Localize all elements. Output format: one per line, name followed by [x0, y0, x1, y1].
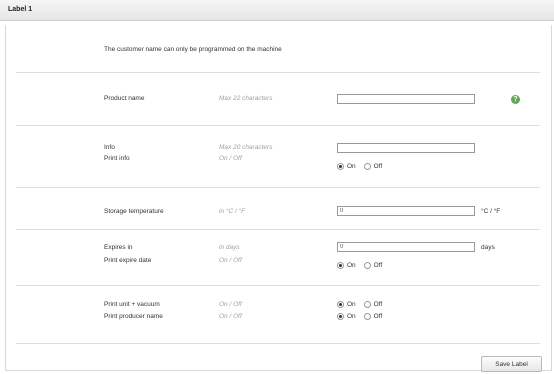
info-hint: Max 20 characters	[219, 144, 273, 151]
machine-notice: The customer name can only be programmed…	[104, 46, 282, 53]
product-name-label: Product name	[104, 95, 145, 102]
print-expire-date-radio-group: On Off	[337, 262, 390, 269]
option-label: On	[347, 262, 356, 269]
storage-temperature-unit: °C / °F	[481, 208, 501, 215]
help-icon[interactable]: ?	[511, 95, 520, 104]
print-producer-name-off-radio[interactable]: Off	[363, 313, 383, 320]
print-unit-vacuum-radio-group: On Off	[337, 301, 390, 308]
divider	[16, 187, 540, 188]
save-label-button[interactable]: Save Label	[481, 356, 542, 372]
option-label: Off	[373, 301, 383, 308]
option-label: Off	[373, 262, 383, 269]
print-expire-date-on-radio[interactable]: On	[337, 262, 356, 269]
radio-unselected-icon	[363, 262, 371, 269]
print-producer-name-hint: On / Off	[219, 313, 242, 320]
print-producer-name-radio-group: On Off	[337, 313, 390, 320]
expires-in-hint: in days	[219, 244, 240, 251]
product-name-input[interactable]	[337, 94, 475, 104]
product-name-hint: Max 22 characters	[219, 95, 273, 102]
expires-in-input[interactable]	[337, 242, 475, 252]
print-info-on-radio[interactable]: On	[337, 163, 356, 170]
divider	[16, 285, 540, 286]
print-producer-name-label: Print producer name	[104, 313, 163, 320]
print-expire-date-label: Print expire date	[104, 257, 152, 264]
option-label: On	[347, 301, 356, 308]
divider	[16, 343, 540, 344]
radio-unselected-icon	[363, 313, 371, 320]
divider	[16, 125, 540, 126]
print-producer-name-on-radio[interactable]: On	[337, 313, 356, 320]
info-input[interactable]	[337, 143, 475, 153]
option-label: On	[347, 163, 356, 170]
expires-in-unit: days	[481, 244, 495, 251]
info-label: Info	[104, 144, 115, 151]
panel-title: Label 1	[8, 6, 33, 13]
print-expire-date-hint: On / Off	[219, 257, 242, 264]
print-info-hint: On / Off	[219, 155, 242, 162]
radio-unselected-icon	[363, 301, 371, 308]
radio-selected-icon	[337, 313, 344, 320]
divider	[16, 229, 540, 230]
label-form-panel	[5, 25, 552, 371]
print-unit-vacuum-hint: On / Off	[219, 301, 242, 308]
option-label: Off	[373, 163, 383, 170]
radio-selected-icon	[337, 262, 344, 269]
storage-temperature-hint: in °C / °F	[219, 208, 246, 215]
storage-temperature-input[interactable]	[337, 206, 475, 216]
panel-header: Label 1	[0, 0, 554, 21]
expires-in-label: Expires in	[104, 244, 133, 251]
divider	[16, 72, 540, 73]
radio-selected-icon	[337, 301, 344, 308]
radio-selected-icon	[337, 163, 344, 170]
option-label: Off	[373, 313, 383, 320]
print-unit-vacuum-off-radio[interactable]: Off	[363, 301, 383, 308]
print-unit-vacuum-on-radio[interactable]: On	[337, 301, 356, 308]
storage-temperature-label: Storage temperature	[104, 208, 164, 215]
print-expire-date-off-radio[interactable]: Off	[363, 262, 383, 269]
print-unit-vacuum-label: Print unit + vacuum	[104, 301, 160, 308]
option-label: On	[347, 313, 356, 320]
print-info-radio-group: On Off	[337, 163, 390, 170]
print-info-off-radio[interactable]: Off	[363, 163, 383, 170]
radio-unselected-icon	[363, 163, 371, 170]
print-info-label: Print info	[104, 155, 130, 162]
